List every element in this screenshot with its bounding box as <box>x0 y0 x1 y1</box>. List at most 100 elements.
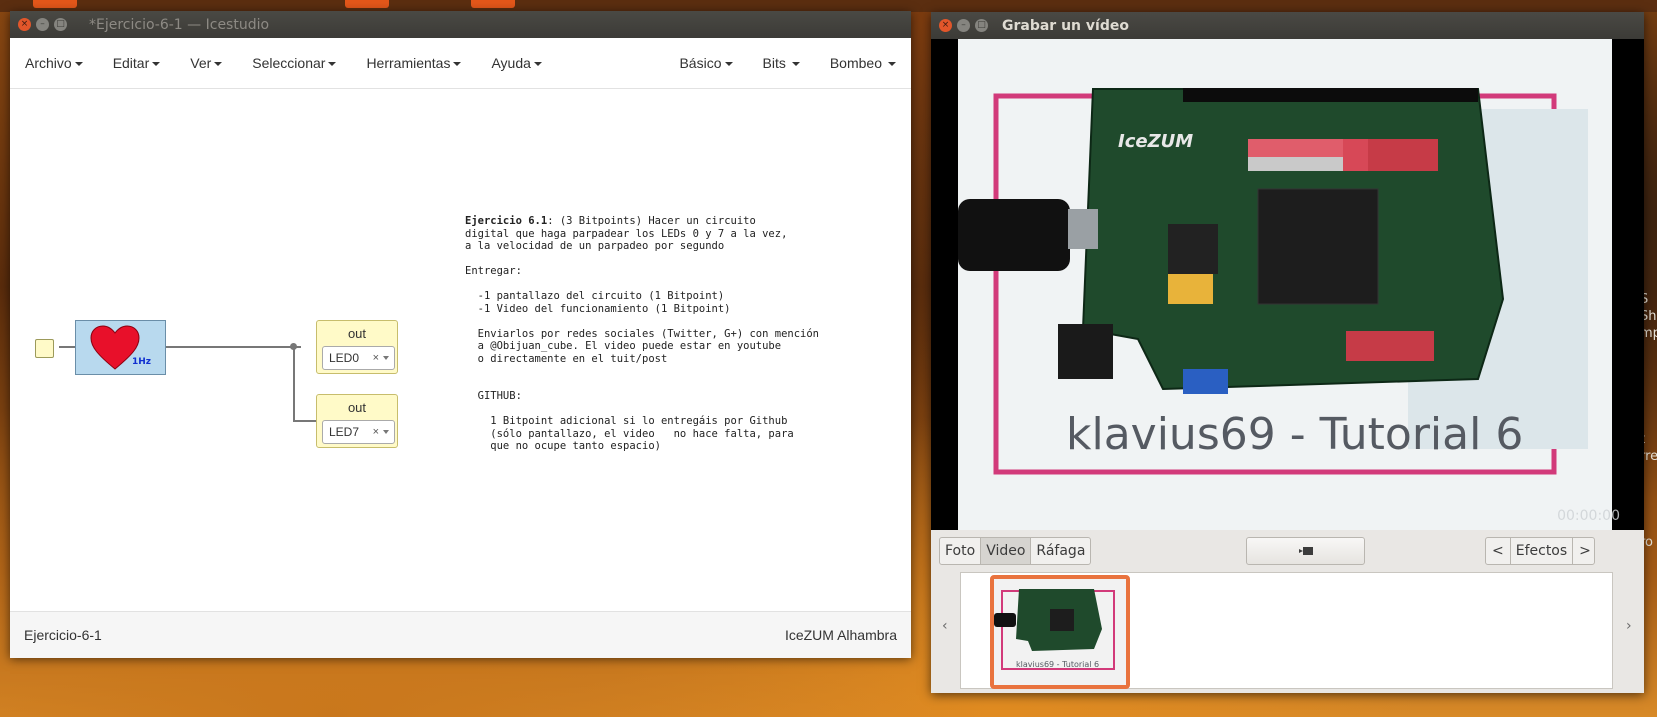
caret-down-icon <box>74 62 83 66</box>
video-camera-icon <box>1298 547 1313 555</box>
wire[interactable] <box>166 346 301 348</box>
note-line: Enviarlos por redes sociales (Twitter, G… <box>465 327 820 340</box>
dropdown-arrow-icon[interactable] <box>383 356 389 360</box>
note-line: a @Obijuan_cube. El video puede estar en… <box>465 340 782 352</box>
board-label: IceZUM <box>1118 131 1193 152</box>
desktop-icon[interactable] <box>471 0 515 8</box>
caret-down-icon <box>791 62 800 66</box>
note-line: -1 pantallazo del circuito (1 Bitpoint) <box>465 290 725 302</box>
note-line: 1 Bitpoint adicional si lo entregáis por… <box>465 415 788 427</box>
note-title: Ejercicio 6.1 <box>465 215 548 227</box>
caret-down-icon <box>453 62 462 66</box>
menu-basico[interactable]: Básico <box>664 55 747 71</box>
thumbnails-next-icon[interactable]: › <box>1626 618 1632 634</box>
video-thumbnail[interactable]: klavius69 - Tutorial 6 <box>990 575 1130 689</box>
wire[interactable] <box>59 346 75 348</box>
clear-icon[interactable]: × <box>373 352 379 364</box>
note-line: o directamente en el tuit/post <box>465 352 668 365</box>
clear-icon[interactable]: × <box>373 426 379 438</box>
led-select-value: LED0 <box>329 351 360 365</box>
icestudio-statusbar: Ejercicio-6-1 IceZUM Alhambra <box>10 611 911 658</box>
note-line: Entregar: <box>465 265 522 277</box>
input-pin[interactable] <box>35 339 54 358</box>
desktop-icon[interactable] <box>33 0 77 8</box>
caret-down-icon <box>724 62 733 66</box>
note-line: GITHUB: <box>465 390 522 402</box>
mode-rafaga-button[interactable]: Ráfaga <box>1031 538 1090 564</box>
record-button[interactable] <box>1246 537 1365 565</box>
minimize-icon[interactable]: – <box>957 19 970 32</box>
video-preview: IceZUM klavius69 - Tutorial 6 00:00:00 <box>931 39 1644 530</box>
maximize-icon[interactable]: □ <box>54 18 67 31</box>
menu-bits[interactable]: Bits <box>748 55 815 71</box>
note-line: digital que haga parpadear los LEDs 0 y … <box>465 227 788 240</box>
project-name: Ejercicio-6-1 <box>24 627 102 643</box>
close-icon[interactable]: × <box>18 18 31 31</box>
caret-down-icon <box>214 62 223 66</box>
wire[interactable] <box>293 420 318 422</box>
wire[interactable] <box>293 346 295 422</box>
clock-block[interactable]: 1Hz <box>75 320 166 375</box>
desktop-icon[interactable] <box>345 0 389 8</box>
cheese-window: × – □ Grabar un vídeo IceZUM klavius69 -… <box>931 12 1644 693</box>
menu-ver[interactable]: Ver <box>175 55 237 71</box>
maximize-icon[interactable]: □ <box>975 19 988 32</box>
caret-down-icon <box>152 62 161 66</box>
window-title: *Ejercicio-6-1 — Icestudio <box>89 16 270 33</box>
output-block-led7[interactable]: out LED7 × <box>316 394 398 448</box>
caret-down-icon <box>328 62 337 66</box>
menu-label: Ayuda <box>491 55 531 71</box>
video-caption: klavius69 - Tutorial 6 <box>1066 409 1523 460</box>
minimize-icon[interactable]: – <box>36 18 49 31</box>
menu-label: Bits <box>762 55 786 71</box>
menu-label: Básico <box>679 55 722 71</box>
menu-label: Archivo <box>25 55 72 71</box>
note-line: -1 Video del funcionamiento (1 Bitpoint) <box>465 302 731 315</box>
menu-label: Herramientas <box>366 55 451 71</box>
menu-label: Ver <box>190 55 212 71</box>
board-name[interactable]: IceZUM Alhambra <box>771 627 911 643</box>
thumbnail-image: klavius69 - Tutorial 6 <box>994 579 1118 677</box>
icestudio-titlebar[interactable]: × – □ *Ejercicio-6-1 — Icestudio <box>10 11 911 38</box>
thumbnail-strip: ‹ klavius69 - Tutorial 6 › <box>931 572 1644 693</box>
output-label: out <box>347 400 367 415</box>
dropdown-arrow-icon[interactable] <box>383 430 389 434</box>
cheese-toolbar: Foto Video Ráfaga < Efectos > <box>931 530 1644 572</box>
mode-foto-button[interactable]: Foto <box>940 538 982 564</box>
icestudio-menubar: Archivo Editar Ver Seleccionar Herramien… <box>10 38 911 89</box>
recording-timer: 00:00:00 <box>1557 508 1620 524</box>
info-note[interactable]: Ejercicio 6.1: (3 Bitpoints) Hacer un ci… <box>465 215 819 453</box>
output-block-led0[interactable]: out LED0 × <box>316 320 398 374</box>
menu-editar[interactable]: Editar <box>98 55 176 71</box>
menu-herramientas[interactable]: Herramientas <box>351 55 476 71</box>
menu-label: Editar <box>112 55 150 71</box>
effects-switcher: < Efectos > <box>1485 537 1595 565</box>
effects-next-button[interactable]: > <box>1573 538 1597 564</box>
thumbnail-caption: klavius69 - Tutorial 6 <box>1016 660 1099 669</box>
note-line: : (3 Bitpoints) Hacer un circuito <box>547 215 756 227</box>
caret-down-icon <box>533 62 542 66</box>
menu-archivo[interactable]: Archivo <box>10 55 98 71</box>
icestudio-window: × – □ *Ejercicio-6-1 — Icestudio Archivo… <box>10 11 911 658</box>
thumbnails-prev-icon[interactable]: ‹ <box>942 618 948 634</box>
led-select[interactable]: LED0 × <box>322 346 395 370</box>
cheese-titlebar[interactable]: × – □ Grabar un vídeo <box>931 12 1644 39</box>
close-icon[interactable]: × <box>939 19 952 32</box>
menu-label: Bombeo <box>829 55 882 71</box>
mode-video-button[interactable]: Video <box>981 538 1032 564</box>
menu-seleccionar[interactable]: Seleccionar <box>237 55 351 71</box>
note-line: que no ocupe tanto espacio) <box>465 440 661 452</box>
thumbnail-list: klavius69 - Tutorial 6 <box>960 572 1613 689</box>
menu-bombeo[interactable]: Bombeo <box>815 55 911 71</box>
caret-down-icon <box>888 62 896 66</box>
effects-prev-button[interactable]: < <box>1486 538 1511 564</box>
effects-button[interactable]: Efectos <box>1511 538 1574 564</box>
clock-frequency-label: 1Hz <box>131 357 151 367</box>
camera-frame: IceZUM klavius69 - Tutorial 6 <box>958 39 1612 530</box>
menu-ayuda[interactable]: Ayuda <box>476 55 556 71</box>
note-line: (sólo pantallazo, el video no hace falta… <box>465 427 794 440</box>
led-select[interactable]: LED7 × <box>322 420 395 444</box>
note-line: a la velocidad de un parpadeo por segund… <box>465 240 725 252</box>
window-title: Grabar un vídeo <box>1002 17 1129 34</box>
wire-junction <box>290 343 297 350</box>
